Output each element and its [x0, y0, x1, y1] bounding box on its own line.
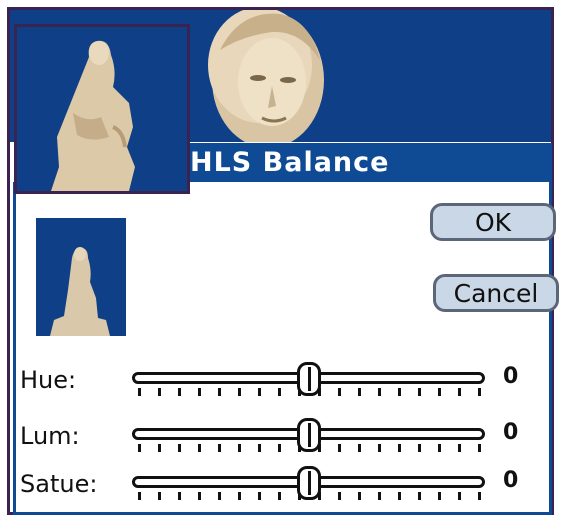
- lum-value: 0: [503, 420, 519, 445]
- hls-balance-dialog: HLS Balance OK Cancel Hue: 0 Lum: 0 Satu…: [13, 143, 559, 515]
- lum-label: Lum:: [20, 422, 80, 450]
- saturation-value: 0: [503, 468, 519, 493]
- saturation-label: Satue:: [20, 470, 98, 498]
- cancel-button[interactable]: Cancel: [433, 274, 559, 312]
- lum-slider-row: Lum: 0: [16, 418, 555, 458]
- dialog-titlebar: HLS Balance: [190, 143, 552, 182]
- ok-button[interactable]: OK: [430, 203, 556, 241]
- saturation-slider-thumb[interactable]: [296, 466, 321, 500]
- hue-label: Hue:: [20, 366, 77, 394]
- hue-value: 0: [503, 364, 519, 389]
- hue-slider-thumb[interactable]: [296, 362, 321, 396]
- dialog-title: HLS Balance: [190, 147, 390, 178]
- lum-slider-thumb[interactable]: [296, 418, 321, 452]
- dialog-body: OK Cancel Hue: 0 Lum: 0 Satue: 0: [13, 182, 559, 515]
- original-image-thumbnail: [14, 24, 190, 194]
- saturation-slider-row: Satue: 0: [16, 466, 555, 506]
- hue-slider-row: Hue: 0: [16, 362, 555, 402]
- image-preview: [36, 218, 126, 336]
